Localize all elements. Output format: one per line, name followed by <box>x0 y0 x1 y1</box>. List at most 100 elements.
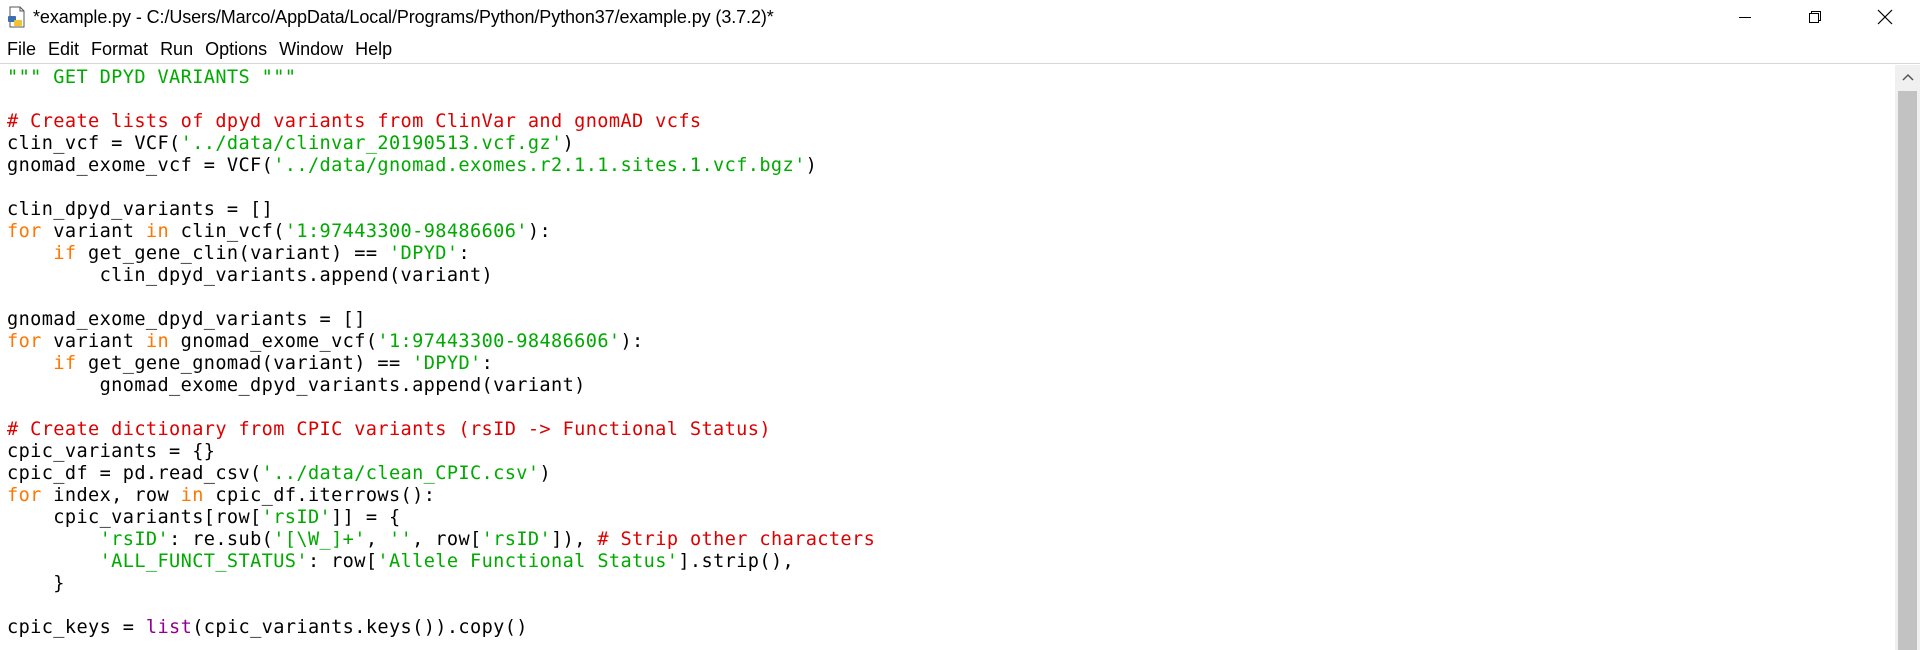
code-line: for variant in gnomad_exome_vcf('1:97443… <box>7 331 644 353</box>
code-token: in <box>145 331 170 352</box>
code-token: : <box>481 353 494 374</box>
code-line: for index, row in cpic_df.iterrows(): <box>7 485 435 507</box>
code-token: # Create lists of dpyd variants from Cli… <box>7 111 702 132</box>
code-token: # Create dictionary from CPIC variants (… <box>7 419 771 440</box>
code-line: # Create lists of dpyd variants from Cli… <box>7 111 701 133</box>
code-line: """ GET DPYD VARIANTS """ <box>7 67 296 89</box>
code-token: '../data/gnomad.exomes.r2.1.1.sites.1.vc… <box>273 155 806 176</box>
code-line: cpic_variants = {} <box>7 441 215 463</box>
code-token: gnomad_exome_dpyd_variants = [] <box>7 309 366 330</box>
code-token: clin_vcf( <box>169 221 285 242</box>
code-token: '../data/clean_CPIC.csv' <box>261 463 540 484</box>
code-line: for variant in clin_vcf('1:97443300-9848… <box>7 221 551 243</box>
code-token: if <box>53 243 77 264</box>
menu-format[interactable]: Format <box>85 34 154 64</box>
vertical-scrollbar[interactable] <box>1895 65 1920 650</box>
code-token: : row[ <box>307 551 378 572</box>
close-icon <box>1877 9 1893 25</box>
code-token: """ GET DPYD VARIANTS """ <box>7 67 297 88</box>
code-token: index, row <box>41 485 181 506</box>
code-token: clin_dpyd_variants = [] <box>7 199 274 220</box>
code-token: cpic_df = pd.read_csv( <box>7 463 262 484</box>
code-editor[interactable]: """ GET DPYD VARIANTS """ # Create lists … <box>0 65 1895 650</box>
code-token: for <box>7 485 42 506</box>
code-token: if <box>53 353 77 374</box>
minimize-button[interactable] <box>1710 0 1780 34</box>
code-token: clin_dpyd_variants.append(variant) <box>7 265 494 286</box>
code-token: 'rsID' <box>99 529 170 550</box>
code-token: ) <box>539 463 552 484</box>
scroll-up-arrow-icon <box>1901 73 1914 81</box>
code-token: cpic_df.iterrows(): <box>203 485 436 506</box>
code-token: : <box>458 243 471 264</box>
code-token: in <box>145 221 170 242</box>
code-token: 'DPYD' <box>388 243 459 264</box>
minimize-icon <box>1739 17 1751 18</box>
code-token: variant <box>41 331 146 352</box>
code-token: gnomad_exome_vcf( <box>169 331 378 352</box>
code-line: gnomad_exome_dpyd_variants.append(varian… <box>7 375 586 397</box>
restore-button[interactable] <box>1780 0 1850 34</box>
restore-icon <box>1809 11 1821 23</box>
menu-edit[interactable]: Edit <box>42 34 85 64</box>
code-token: '' <box>389 529 413 550</box>
code-token: '1:97443300-98486606' <box>284 221 528 242</box>
code-token: '../data/clinvar_20190513.vcf.gz' <box>180 133 563 154</box>
code-line: clin_vcf = VCF('../data/clinvar_20190513… <box>7 133 574 155</box>
code-token: for <box>7 221 42 242</box>
code-token: for <box>7 331 42 352</box>
code-token: 'DPYD' <box>412 353 482 374</box>
code-token: 'Allele Functional Status' <box>377 551 679 572</box>
code-token: (cpic_variants.keys()).copy() <box>192 617 528 638</box>
scroll-up-button[interactable] <box>1895 65 1920 89</box>
code-line: 'rsID': re.sub('[\W_]+', '', row['rsID']… <box>7 529 875 551</box>
code-token: 'ALL_FUNCT_STATUS' <box>99 551 308 572</box>
code-token: get_gene_clin(variant) == <box>76 243 389 264</box>
code-token: # Strip other characters <box>597 529 876 550</box>
menu-file[interactable]: File <box>1 34 42 64</box>
window-title: *example.py - C:/Users/Marco/AppData/Loc… <box>33 6 774 27</box>
code-token: variant <box>41 221 146 242</box>
code-line: gnomad_exome_vcf = VCF('../data/gnomad.e… <box>7 155 817 177</box>
code-token: list <box>145 617 193 638</box>
code-token: 'rsID' <box>261 507 332 528</box>
code-token: '[\W_]+' <box>273 529 366 550</box>
code-token: , <box>365 529 389 550</box>
code-token: ].strip(), <box>678 551 795 572</box>
code-token: ): <box>527 221 552 242</box>
code-token: : re.sub( <box>169 529 274 550</box>
scroll-thumb[interactable] <box>1898 91 1917 650</box>
python-file-icon <box>6 6 28 28</box>
code-line: 'ALL_FUNCT_STATUS': row['Allele Function… <box>7 551 794 573</box>
code-token: ]] = { <box>331 507 401 528</box>
code-token: cpic_variants = {} <box>7 441 216 462</box>
menu-help[interactable]: Help <box>349 34 398 64</box>
code-token: '1:97443300-98486606' <box>377 331 621 352</box>
code-line: clin_dpyd_variants = [] <box>7 199 273 221</box>
code-token: gnomad_exome_dpyd_variants.append(varian… <box>7 375 586 396</box>
code-token: , row[ <box>412 529 482 550</box>
code-line: if get_gene_gnomad(variant) == 'DPYD': <box>7 353 493 375</box>
menu-run[interactable]: Run <box>154 34 199 64</box>
code-line: clin_dpyd_variants.append(variant) <box>7 265 493 287</box>
title-bar[interactable]: *example.py - C:/Users/Marco/AppData/Loc… <box>0 0 1920 34</box>
code-token: gnomad_exome_vcf = VCF( <box>7 155 274 176</box>
code-token: ) <box>562 133 575 154</box>
code-token: ): <box>620 331 644 352</box>
code-line: # Create dictionary from CPIC variants (… <box>7 419 771 441</box>
code-token: clin_vcf = VCF( <box>7 133 181 154</box>
code-token: cpic_keys = <box>7 617 146 638</box>
code-line: } <box>7 573 65 595</box>
code-token: ]), <box>551 529 598 550</box>
code-line: cpic_variants[row['rsID']] = { <box>7 507 401 529</box>
close-button[interactable] <box>1850 0 1920 34</box>
code-line: cpic_df = pd.read_csv('../data/clean_CPI… <box>7 463 551 485</box>
code-token: in <box>180 485 204 506</box>
menu-options[interactable]: Options <box>199 34 273 64</box>
code-token: cpic_variants[row[ <box>7 507 262 528</box>
menu-window[interactable]: Window <box>273 34 349 64</box>
